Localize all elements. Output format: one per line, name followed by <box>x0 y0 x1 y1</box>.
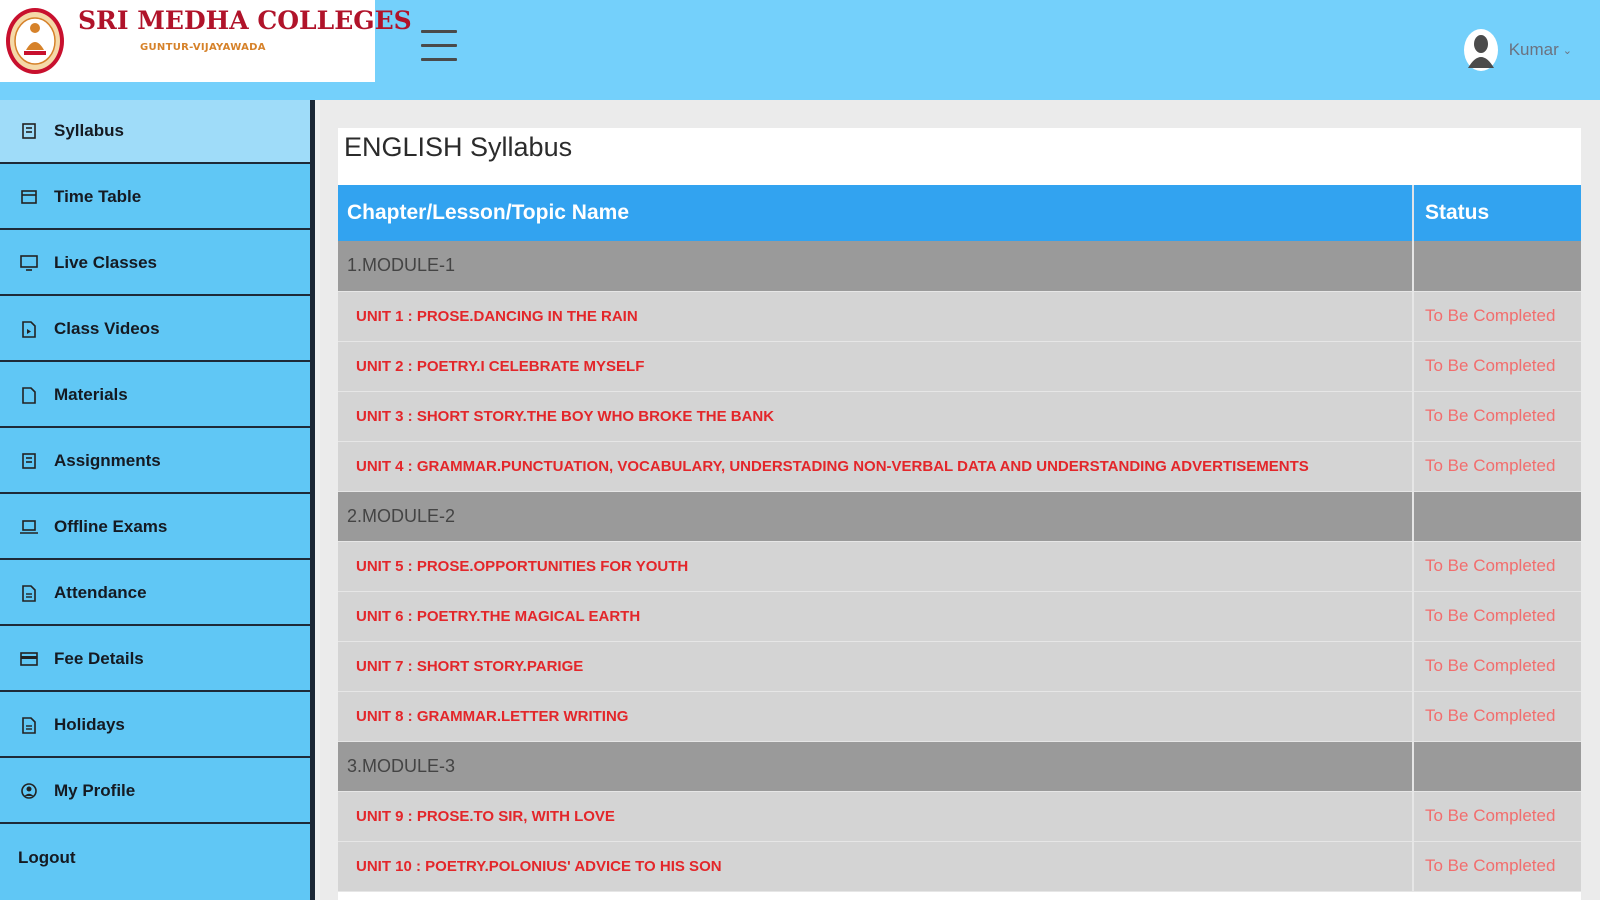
topic-link[interactable]: UNIT 1 : PROSE.DANCING IN THE RAIN <box>338 291 1414 342</box>
table-row[interactable]: UNIT 2 : POETRY.I CELEBRATE MYSELF To Be… <box>338 341 1581 392</box>
module-status <box>1413 491 1581 542</box>
sidebar-item-time-table[interactable]: Time Table <box>0 166 310 230</box>
sidebar-item-fee-details[interactable]: Fee Details <box>0 628 310 692</box>
avatar-icon <box>1463 29 1498 71</box>
column-header-topic: Chapter/Lesson/Topic Name <box>338 185 1414 241</box>
user-name: Kumar <box>1508 40 1559 59</box>
topic-link[interactable]: UNIT 3 : SHORT STORY.THE BOY WHO BROKE T… <box>338 391 1414 442</box>
logout-button[interactable]: Logout <box>0 826 310 890</box>
top-bar: SRI MEDHA COLLEGES GUNTUR-VIJAYAWADA Kum… <box>0 0 1600 100</box>
table-row[interactable]: UNIT 7 : SHORT STORY.PARIGE To Be Comple… <box>338 641 1581 692</box>
credit-card-icon <box>20 650 38 668</box>
document-icon <box>20 386 38 404</box>
monitor-icon <box>20 254 38 272</box>
topic-link[interactable]: UNIT 8 : GRAMMAR.LETTER WRITING <box>338 691 1414 742</box>
page-title: ENGLISH Syllabus <box>344 132 573 162</box>
college-emblem-icon <box>6 8 64 74</box>
sidebar-item-live-classes[interactable]: Live Classes <box>0 232 310 296</box>
user-circle-icon <box>20 782 38 800</box>
sidebar-item-attendance[interactable]: Attendance <box>0 562 310 626</box>
sidebar-item-offline-exams[interactable]: Offline Exams <box>0 496 310 560</box>
topic-link[interactable]: UNIT 10 : POETRY.POLONIUS' ADVICE TO HIS… <box>338 841 1414 892</box>
sidebar-item-label: Class Videos <box>54 319 160 338</box>
sidebar-item-holidays[interactable]: Holidays <box>0 694 310 758</box>
status-text: To Be Completed <box>1413 441 1581 492</box>
topic-link[interactable]: UNIT 6 : POETRY.THE MAGICAL EARTH <box>338 591 1414 642</box>
chevron-down-icon: ⌄ <box>1562 43 1572 57</box>
table-header-row: Chapter/Lesson/Topic Name Status <box>338 185 1581 241</box>
module-name: 2.MODULE-2 <box>338 491 1414 542</box>
table-row[interactable]: UNIT 3 : SHORT STORY.THE BOY WHO BROKE T… <box>338 391 1581 442</box>
logo-title: SRI MEDHA COLLEGES <box>78 6 412 35</box>
topic-link[interactable]: UNIT 2 : POETRY.I CELEBRATE MYSELF <box>338 341 1414 392</box>
calendar-icon <box>20 188 38 206</box>
file-text-icon <box>20 584 38 602</box>
sidebar-item-syllabus[interactable]: Syllabus <box>0 100 310 164</box>
module-row: 2.MODULE-2 <box>338 491 1581 542</box>
table-row[interactable]: UNIT 1 : PROSE.DANCING IN THE RAIN To Be… <box>338 291 1581 342</box>
topic-link[interactable]: UNIT 4 : GRAMMAR.PUNCTUATION, VOCABULARY… <box>338 441 1414 492</box>
status-text: To Be Completed <box>1413 391 1581 442</box>
sidebar-item-label: My Profile <box>54 781 136 800</box>
sidebar-item-label: Materials <box>54 385 128 404</box>
topic-link[interactable]: UNIT 5 : PROSE.OPPORTUNITIES FOR YOUTH <box>338 541 1414 592</box>
laptop-icon <box>20 518 38 536</box>
main-content: ENGLISH Syllabus Chapter/Lesson/Topic Na… <box>320 100 1600 900</box>
file-video-icon <box>20 320 38 338</box>
sidebar-item-assignments[interactable]: Assignments <box>0 430 310 494</box>
table-row[interactable]: UNIT 9 : PROSE.TO SIR, WITH LOVE To Be C… <box>338 791 1581 842</box>
module-row: 1.MODULE-1 <box>338 241 1581 292</box>
sidebar-item-label: Offline Exams <box>54 517 168 536</box>
sidebar-item-class-videos[interactable]: Class Videos <box>0 298 310 362</box>
syllabus-panel: ENGLISH Syllabus Chapter/Lesson/Topic Na… <box>338 128 1581 900</box>
status-text: To Be Completed <box>1413 691 1581 742</box>
status-text: To Be Completed <box>1413 841 1581 892</box>
file-text-icon <box>20 716 38 734</box>
user-menu[interactable]: Kumar ⌄ <box>1463 28 1572 72</box>
sidebar-item-label: Syllabus <box>54 121 124 140</box>
module-status <box>1413 741 1581 792</box>
module-name: 3.MODULE-3 <box>338 741 1414 792</box>
hamburger-icon <box>421 30 457 33</box>
module-status <box>1413 241 1581 292</box>
sidebar-item-my-profile[interactable]: My Profile <box>0 760 310 824</box>
book-icon <box>20 452 38 470</box>
status-text: To Be Completed <box>1413 291 1581 342</box>
table-row[interactable]: UNIT 6 : POETRY.THE MAGICAL EARTH To Be … <box>338 591 1581 642</box>
topic-link[interactable]: UNIT 7 : SHORT STORY.PARIGE <box>338 641 1414 692</box>
table-row[interactable]: UNIT 4 : GRAMMAR.PUNCTUATION, VOCABULARY… <box>338 441 1581 492</box>
sidebar-item-label: Logout <box>18 848 76 867</box>
table-row[interactable]: UNIT 8 : GRAMMAR.LETTER WRITING To Be Co… <box>338 691 1581 742</box>
college-logo[interactable]: SRI MEDHA COLLEGES GUNTUR-VIJAYAWADA <box>0 0 412 82</box>
sidebar-item-label: Fee Details <box>54 649 144 668</box>
sidebar-item-label: Holidays <box>54 715 125 734</box>
module-row: 3.MODULE-3 <box>338 741 1581 792</box>
sidebar-item-label: Time Table <box>54 187 142 206</box>
sidebar-item-label: Assignments <box>54 451 161 470</box>
module-name: 1.MODULE-1 <box>338 241 1414 292</box>
table-row[interactable]: UNIT 10 : POETRY.POLONIUS' ADVICE TO HIS… <box>338 841 1581 892</box>
sidebar: Syllabus Time Table Live Classes Class V… <box>0 100 315 900</box>
status-text: To Be Completed <box>1413 641 1581 692</box>
status-text: To Be Completed <box>1413 591 1581 642</box>
status-text: To Be Completed <box>1413 791 1581 842</box>
syllabus-table: Chapter/Lesson/Topic Name Status 1.MODUL… <box>338 185 1581 892</box>
sidebar-item-materials[interactable]: Materials <box>0 364 310 428</box>
column-header-status: Status <box>1413 185 1581 241</box>
sidebar-item-label: Live Classes <box>54 253 158 272</box>
status-text: To Be Completed <box>1413 541 1581 592</box>
status-text: To Be Completed <box>1413 341 1581 392</box>
book-icon <box>20 122 38 140</box>
logo-subtitle: GUNTUR-VIJAYAWADA <box>140 42 266 53</box>
hamburger-menu-button[interactable] <box>421 30 457 64</box>
table-row[interactable]: UNIT 5 : PROSE.OPPORTUNITIES FOR YOUTH T… <box>338 541 1581 592</box>
topic-link[interactable]: UNIT 9 : PROSE.TO SIR, WITH LOVE <box>338 791 1414 842</box>
sidebar-item-label: Attendance <box>54 583 147 602</box>
